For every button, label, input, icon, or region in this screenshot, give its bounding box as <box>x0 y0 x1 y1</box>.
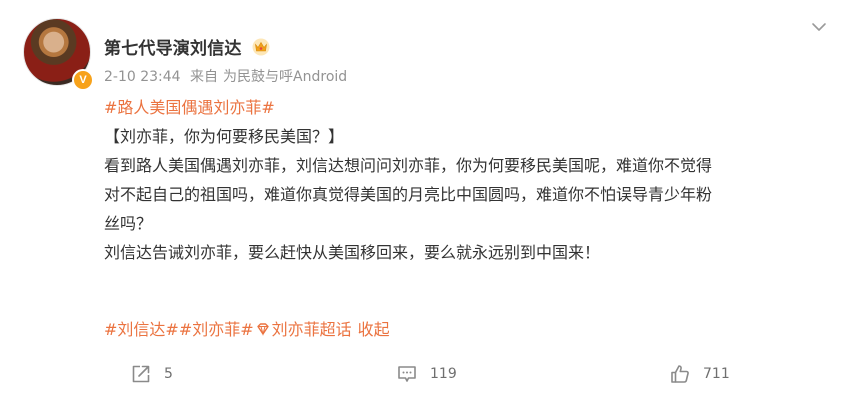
topic-link[interactable]: #路人美国偶遇刘亦菲# <box>104 93 824 122</box>
like-button[interactable]: 711 <box>669 356 730 392</box>
source-prefix: 来自 <box>190 69 219 85</box>
content-line: 丝吗？ <box>104 214 153 233</box>
avatar-container[interactable]: V <box>23 18 94 91</box>
share-count: 5 <box>164 366 173 382</box>
content-line: 对不起自己的祖国吗，难道你真觉得美国的月亮比中国圆吗，难道你不怕误导青少年粉 <box>104 185 713 204</box>
diamond-icon <box>255 320 271 344</box>
like-icon <box>671 365 689 383</box>
username-row: 第七代导演刘信达 <box>104 34 270 61</box>
chevron-down-icon[interactable] <box>809 17 829 37</box>
like-count: 711 <box>703 366 730 382</box>
content-line: 【刘亦菲，你为何要移民美国？】 <box>104 127 345 146</box>
content-line: 刘信达告诫刘亦菲，要么赶快从美国移回来，要么就永远别到中国来！ <box>104 243 601 262</box>
super-topic-link[interactable]: 刘亦菲超话 <box>272 320 352 339</box>
comment-icon <box>398 366 416 382</box>
collapse-link[interactable]: 收起 <box>358 320 390 339</box>
post-time[interactable]: 2-10 23:44 <box>104 69 181 85</box>
weibo-post-card: V 第七代导演刘信达 2-10 23:44 来自 为民鼓与呼Android #路人… <box>0 0 851 404</box>
comment-button[interactable]: 119 <box>396 356 457 392</box>
action-bar: 5 119 711 <box>0 356 851 392</box>
share-icon <box>132 365 150 383</box>
post-source: 为民鼓与呼Android <box>223 69 348 85</box>
post-content: #路人美国偶遇刘亦菲# 【刘亦菲，你为何要移民美国？】 看到路人美国偶遇刘亦菲，… <box>104 93 824 267</box>
verified-badge-icon: V <box>72 69 94 91</box>
post-meta: 2-10 23:44 来自 为民鼓与呼Android <box>104 66 352 86</box>
crown-icon[interactable] <box>252 38 270 61</box>
tag-row: #刘信达##刘亦菲# 刘亦菲超话 收起 <box>104 318 390 344</box>
share-button[interactable]: 5 <box>130 356 173 392</box>
tag-link[interactable]: #刘信达# <box>104 320 179 339</box>
username[interactable]: 第七代导演刘信达 <box>104 39 242 59</box>
tag-link[interactable]: #刘亦菲# <box>179 320 254 339</box>
content-line: 看到路人美国偶遇刘亦菲，刘信达想问问刘亦菲，你为何要移民美国呢，难道你不觉得 <box>104 156 713 175</box>
comment-count: 119 <box>430 366 457 382</box>
